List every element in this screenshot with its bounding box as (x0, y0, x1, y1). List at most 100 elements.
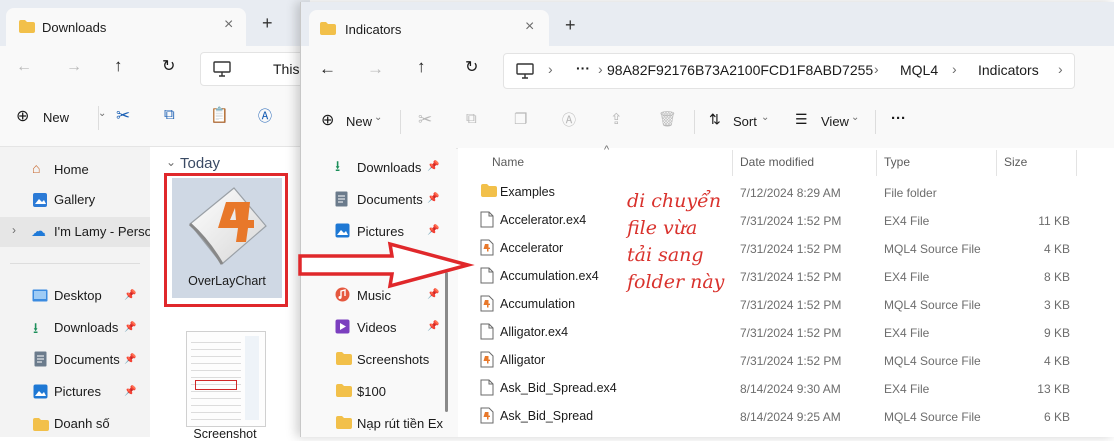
address-field[interactable]: › ··· › 98A82F92176B73A2100FCD1F8ABD7255… (503, 53, 1075, 89)
file-type: EX4 File (884, 214, 930, 228)
nav-item-desktop[interactable]: Desktop 📌 (0, 283, 150, 309)
address-field[interactable]: This (200, 52, 312, 86)
copy-icon[interactable]: ⧉ (164, 106, 175, 123)
file-row[interactable]: Alligator 7/31/2024 1:52 PM MQL4 Source Fi… (458, 346, 1114, 374)
mql4-source-icon (480, 351, 494, 368)
plus-circle-icon: ⊕ (16, 108, 30, 125)
nav-scrollbar[interactable] (445, 272, 448, 412)
copy-icon[interactable]: ⧉ (466, 110, 477, 127)
pin-icon: 📌 (124, 354, 137, 365)
column-type[interactable]: Type (884, 155, 910, 169)
video-icon (335, 319, 350, 334)
nav-item[interactable]: Nạp rút tiền Exn (301, 410, 443, 436)
document-icon (335, 191, 348, 207)
annotation-line: folder này (627, 271, 725, 293)
more-options-icon[interactable]: ··· (891, 110, 906, 127)
tab-downloads[interactable]: Downloads × (6, 8, 246, 46)
file-row[interactable]: Accumulation 7/31/2024 1:52 PM MQL4 Source… (458, 290, 1114, 318)
chevron-down-icon: ⌄ (374, 112, 383, 123)
folder-icon (335, 415, 353, 430)
nav-item-documents[interactable]: Documents 📌 (0, 347, 150, 373)
nav-item[interactable]: Screenshots (301, 346, 441, 372)
close-tab-icon[interactable]: × (224, 16, 233, 34)
paste-icon[interactable]: ❐ (514, 110, 527, 128)
nav-item[interactable]: Documents 📌 (301, 186, 441, 212)
annotation-line: file vừa (627, 217, 698, 239)
up-arrow-icon[interactable]: ↑ (417, 57, 426, 77)
breadcrumb-item[interactable]: MQL4 (900, 62, 938, 78)
column-size[interactable]: Size (1004, 155, 1027, 169)
nav-label: Home (54, 162, 89, 177)
tab-indicators[interactable]: Indicators × (309, 10, 549, 46)
new-button[interactable]: ⊕ New ⌄ (321, 112, 391, 132)
file-name: Alligator.ex4 (500, 325, 569, 339)
new-tab-icon[interactable]: + (262, 13, 273, 34)
nav-item-home[interactable]: ⌂ Home (0, 157, 150, 183)
nav-item-pictures[interactable]: Pictures 📌 (0, 379, 150, 405)
file-tile-screenshot[interactable]: Screenshot (180, 327, 270, 441)
share-icon[interactable]: ⇪ (610, 110, 623, 128)
back-arrow-icon[interactable]: ← (16, 58, 32, 76)
nav-label: Downloads (54, 320, 119, 335)
column-divider (876, 150, 877, 176)
sort-button[interactable]: ⇅ Sort ⌄ (709, 111, 779, 132)
file-list: Name ^ Date modified Type Size Examples 7… (458, 144, 1114, 437)
breadcrumb-item[interactable]: Indicators (978, 62, 1039, 78)
file-row[interactable]: Alligator.ex4 7/31/2024 1:52 PM EX4 File 9 … (458, 318, 1114, 346)
cut-icon[interactable]: ✂ (116, 106, 130, 126)
navigation-pane: ⌂ Home Gallery › ☁ I'm Lamy - Perso Desk… (0, 147, 152, 437)
file-tile-overlaychart[interactable]: OverLayChart (172, 178, 282, 298)
chevron-right-icon: › (874, 61, 879, 77)
nav-item[interactable]: $100 (301, 378, 441, 404)
chevron-down-icon[interactable]: ⌄ (166, 155, 176, 169)
up-arrow-icon[interactable]: ↑ (114, 56, 123, 76)
file-row[interactable]: Accelerator.ex4 7/31/2024 1:52 PM EX4 File… (458, 206, 1114, 234)
file-date: 7/12/2024 8:29 AM (740, 186, 841, 200)
computer-icon (516, 63, 534, 79)
chevron-down-icon: ⌄ (761, 112, 770, 123)
address-bar-row: ← → ↑ ↻ › ··· › 98A82F92176B73A2100FCD1F… (301, 46, 1114, 94)
annotation-line: tải sang (627, 244, 704, 266)
nav-item-cloud[interactable]: › ☁ I'm Lamy - Perso (0, 217, 152, 247)
file-row[interactable]: Accelerator 7/31/2024 1:52 PM MQL4 Source … (458, 234, 1114, 262)
sort-label: Sort (733, 114, 757, 129)
nav-item-gallery[interactable]: Gallery (0, 187, 150, 213)
forward-arrow-icon[interactable]: → (66, 58, 82, 76)
file-type: MQL4 Source File (884, 354, 981, 368)
close-tab-icon[interactable]: × (525, 18, 534, 36)
pin-icon: 📌 (124, 386, 137, 397)
file-row[interactable]: Examples 7/12/2024 8:29 AM File folder (458, 178, 1114, 206)
cut-icon[interactable]: ✂ (418, 110, 432, 130)
rename-icon[interactable]: Ⓐ (562, 110, 576, 130)
refresh-icon[interactable]: ↻ (162, 56, 175, 76)
file-size: 13 KB (1037, 382, 1070, 396)
refresh-icon[interactable]: ↻ (465, 57, 478, 77)
file-size: 4 KB (1043, 242, 1070, 256)
file-row[interactable]: Ask_Bid_Spread 8/14/2024 9:25 AM MQL4 Sour… (458, 402, 1114, 430)
column-date[interactable]: Date modified (740, 155, 814, 169)
file-area: ⌄ Today OverLayChart Screenshot (150, 147, 310, 441)
view-button[interactable]: ☰ View ⌄ (795, 111, 865, 132)
annotation-line: di chuyển (627, 190, 722, 212)
file-row[interactable]: Accumulation.ex4 7/31/2024 1:52 PM EX4 Fil… (458, 262, 1114, 290)
breadcrumb-item[interactable]: 98A82F92176B73A2100FCD1F8ABD7255 (607, 62, 873, 78)
column-name[interactable]: Name (492, 155, 524, 169)
breadcrumb-more[interactable]: ··· (576, 60, 590, 76)
file-name: Alligator (500, 353, 546, 367)
delete-icon[interactable]: 🗑 (658, 110, 677, 128)
paste-icon[interactable]: 📋 (210, 106, 229, 124)
back-arrow-icon[interactable]: ← (319, 59, 336, 79)
nav-item-doanh-so[interactable]: Doanh số (0, 411, 150, 437)
command-bar: ⊕ New ⌄ ✂ ⧉ 📋 Ⓐ (0, 90, 310, 147)
folder-icon (33, 418, 49, 431)
tab-title: Downloads (42, 20, 107, 35)
folder-icon (335, 383, 353, 398)
thumbnail-panel (245, 336, 259, 420)
forward-arrow-icon[interactable]: → (367, 59, 384, 79)
nav-item[interactable]: ⭳ Downloads 📌 (301, 154, 441, 180)
rename-icon[interactable]: Ⓐ (258, 106, 272, 126)
nav-item[interactable]: Videos 📌 (301, 314, 441, 340)
new-tab-icon[interactable]: + (565, 15, 576, 36)
nav-item-downloads[interactable]: ⭳ Downloads 📌 (0, 315, 150, 341)
file-row[interactable]: Ask_Bid_Spread.ex4 8/14/2024 9:30 AM EX4 F… (458, 374, 1114, 402)
